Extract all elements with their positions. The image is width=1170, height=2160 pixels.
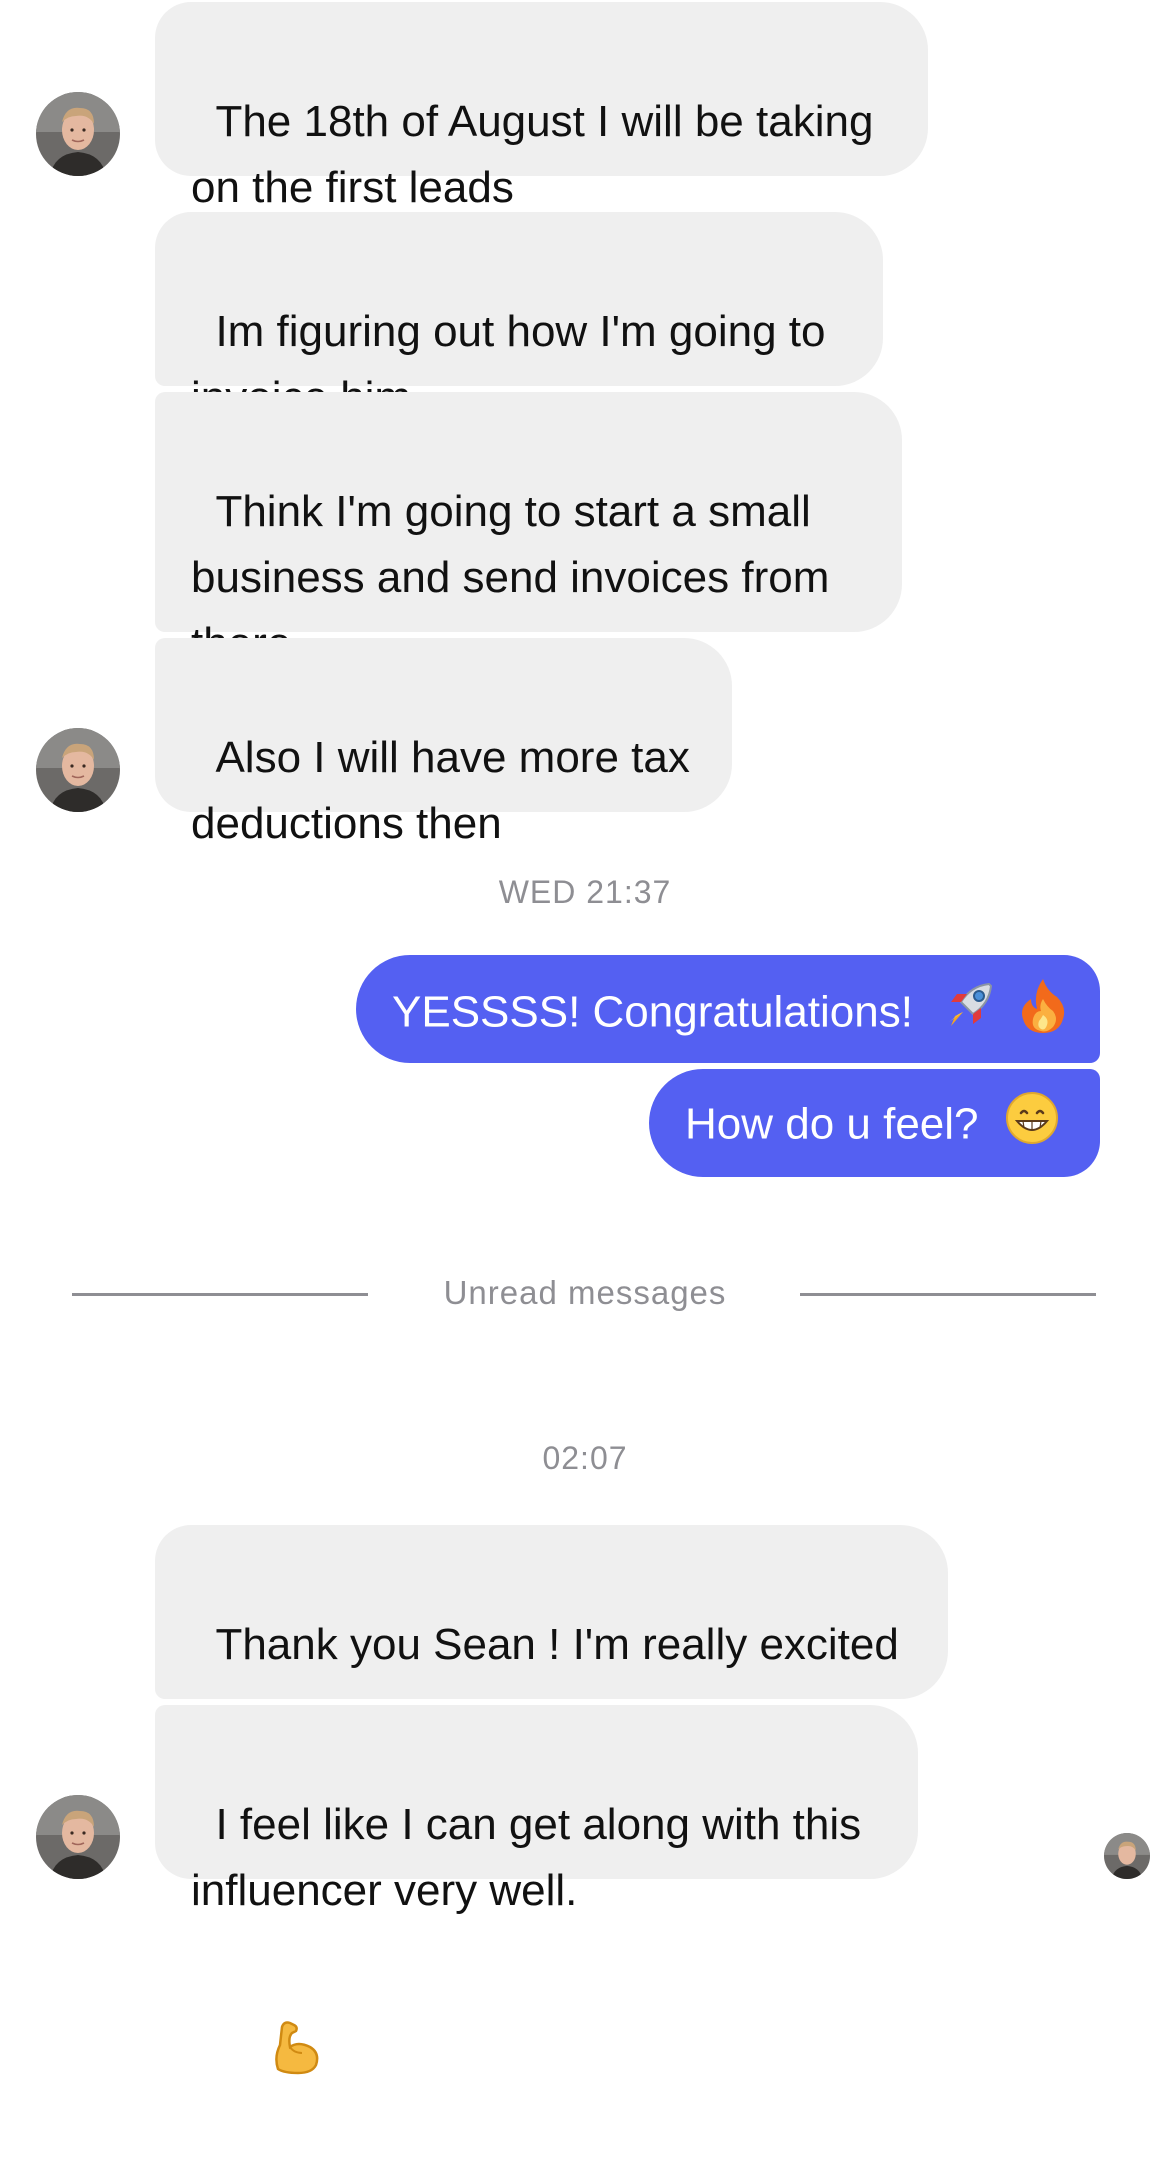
rocket-icon — [941, 978, 997, 1052]
message-text: The 18th of August I will be taking on t… — [191, 97, 886, 212]
message-timestamp: WED 21:37 — [498, 874, 672, 910]
contact-avatar[interactable] — [36, 1795, 120, 1879]
incoming-message-bubble[interactable]: Im figuring out how I'm going to invoice… — [155, 212, 883, 422]
outgoing-message-bubble[interactable]: How do u feel? — [649, 1069, 1100, 1177]
read-receipt-avatar — [1104, 1833, 1150, 1879]
message-text: How do u feel? — [685, 1099, 979, 1149]
incoming-message-bubble[interactable]: Also I will have more tax deductions the… — [155, 638, 732, 848]
contact-avatar[interactable] — [36, 728, 120, 812]
message-text: Also I will have more tax deductions the… — [191, 733, 703, 848]
outgoing-message-bubble[interactable]: YESSSS! Congratulations! — [356, 955, 1100, 1063]
divider-line-right — [800, 1293, 1096, 1296]
incoming-message-bubble[interactable]: Thank you Sean ! I'm really excited — [155, 1525, 948, 2075]
flexed-biceps-icon — [219, 1951, 326, 2160]
message-text: YESSSS! Congratulations! — [392, 987, 913, 1037]
fire-icon — [1017, 977, 1069, 1053]
incoming-message-bubble[interactable]: Think I'm going to start a small busines… — [155, 392, 902, 668]
contact-avatar[interactable] — [36, 92, 120, 176]
incoming-message-bubble[interactable]: I feel like I can get along with this in… — [155, 1705, 918, 1915]
incoming-message-bubble[interactable]: The 18th of August I will be taking on t… — [155, 2, 928, 212]
message-text: Thank you Sean ! I'm really excited — [215, 1620, 899, 1669]
message-timestamp: 02:07 — [542, 1440, 628, 1476]
grinning-face-icon — [1005, 1091, 1059, 1163]
